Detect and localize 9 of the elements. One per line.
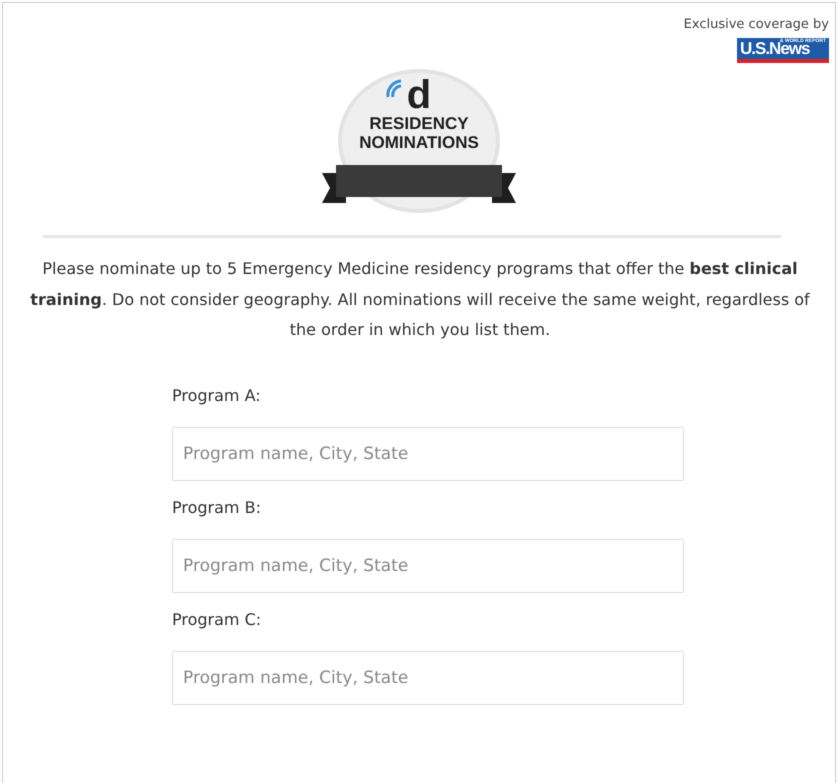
input-field[interactable]: Program name, City, State: [172, 650, 684, 704]
input-field[interactable]: Program name, City, State: [172, 426, 684, 480]
field-label: Program A:: [172, 384, 262, 406]
input-field[interactable]: Program name, City, State: [172, 538, 684, 592]
instructions-text: Please nominate up to 5 Emergency Medicine residency programs that offer the best clinical training. Do not consider geography. All nominations will receive the same weight, regardless of the order in which you list them.: [29, 258, 811, 341]
badge-logo: d RESIDENCY NOMINATIONS: [322, 69, 516, 213]
sponsor-caption: Exclusive coverage by: [684, 16, 829, 34]
field-label: Program B:: [172, 496, 262, 518]
field-label: Program C:: [172, 608, 262, 630]
